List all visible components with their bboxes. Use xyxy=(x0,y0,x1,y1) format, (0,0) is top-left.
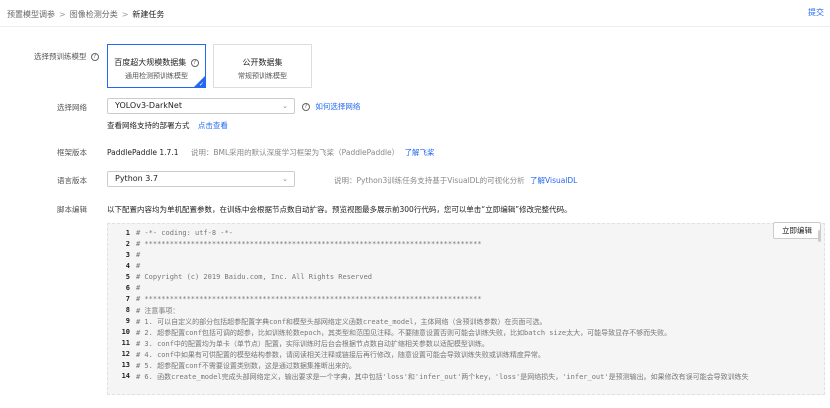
line-number: 14 xyxy=(121,372,130,380)
submit-link[interactable]: 提交 xyxy=(808,7,830,18)
language-note-row: 说明：Python3训练任务支持基于VisualDL的可视化分析 了解Visua… xyxy=(334,175,577,186)
learn-paddle-link[interactable]: 了解飞桨 xyxy=(405,148,435,157)
pretrain-label: 选择预训练模型 xyxy=(34,52,87,61)
pretrain-option-baidu[interactable]: 百度超大规模数据集 ? 通用检测预训练模型 ✓ xyxy=(107,44,206,88)
code-text: # 6. 函数create_model完成头部网络定义，输出要求是一个字典，其中… xyxy=(136,373,749,381)
pretrain-option-title: 公开数据集 xyxy=(242,58,283,67)
code-text: # **************************************… xyxy=(136,240,482,248)
code-line: 5 # Copyright (c) 2019 Baidu.com, Inc. Al… xyxy=(108,273,372,285)
header-divider xyxy=(0,26,830,27)
language-select[interactable]: Python 3.7 ⌄ xyxy=(107,171,295,187)
framework-value: PaddlePaddle 1.7.1 xyxy=(107,148,179,157)
breadcrumb-item-new-task: 新建任务 xyxy=(132,9,165,19)
script-label: 脚本编辑 xyxy=(57,205,87,214)
code-line: 14 # 6. 函数create_model完成头部网络定义，输出要求是一个字典，… xyxy=(108,372,749,384)
breadcrumb-item-image-detection[interactable]: 图像检测分类 xyxy=(70,9,118,20)
question-icon[interactable]: ? xyxy=(302,103,310,111)
network-label: 选择网络 xyxy=(57,103,87,112)
framework-description: 说明：BML采用的默认深度学习框架为飞桨（PaddlePaddle） xyxy=(190,148,400,157)
check-icon: ✓ xyxy=(198,81,204,88)
language-description: 说明：Python3训练任务支持基于VisualDL的可视化分析 xyxy=(334,176,525,185)
framework-label: 框架版本 xyxy=(57,148,87,157)
pretrain-option-subtitle: 常规预训练模型 xyxy=(238,72,287,80)
code-text: # **************************************… xyxy=(136,295,482,303)
code-preview[interactable]: 1 # -*- coding: utf-8 -*- 2 # ************… xyxy=(107,223,825,395)
code-text: # Copyright (c) 2019 Baidu.com, Inc. All… xyxy=(136,273,373,281)
pretrain-option-title: 百度超大规模数据集 xyxy=(114,58,187,67)
breadcrumb-separator: > xyxy=(121,9,129,19)
edit-now-button[interactable]: 立即编辑 xyxy=(773,222,821,239)
pretrain-option-title-row: 百度超大规模数据集 ? xyxy=(108,57,205,68)
chevron-down-icon: ⌄ xyxy=(282,102,288,110)
pretrain-option-subtitle: 通用检测预训练模型 xyxy=(125,72,188,80)
framework-row: PaddlePaddle 1.7.1 说明：BML采用的默认深度学习框架为飞桨（… xyxy=(107,147,435,158)
script-description: 以下配置内容均为单机配置参数，在训练中会根据节点数自动扩容。预览视图最多展示前3… xyxy=(107,205,572,214)
code-line: 2 # *************************************… xyxy=(108,240,482,252)
language-label: 语言版本 xyxy=(57,176,87,185)
breadcrumb-separator: > xyxy=(59,9,66,19)
network-select-value: YOLOv3-DarkNet xyxy=(115,101,182,110)
network-select[interactable]: YOLOv3-DarkNet ⌄ xyxy=(107,98,295,114)
pretrain-label-row: 选择预训练模型 ? xyxy=(34,51,99,62)
chevron-down-icon: ⌄ xyxy=(282,175,288,183)
breadcrumb-item-model-tuning[interactable]: 预置模型调参 xyxy=(7,9,55,20)
code-scrollbar[interactable] xyxy=(818,230,821,242)
network-help-row: ? 如何选择网络 xyxy=(300,101,360,112)
deploy-view-link[interactable]: 点击查看 xyxy=(198,121,228,130)
question-icon[interactable]: ? xyxy=(90,53,99,61)
deploy-text: 查看网络支持的部署方式 xyxy=(107,121,190,130)
learn-visualdl-link[interactable]: 了解VisualDL xyxy=(530,176,577,185)
breadcrumb: 预置模型调参 > 图像检测分类 > 新建任务 xyxy=(7,7,164,21)
deploy-row: 查看网络支持的部署方式 点击查看 xyxy=(107,120,228,131)
how-to-choose-network-link[interactable]: 如何选择网络 xyxy=(315,102,360,111)
question-icon[interactable]: ? xyxy=(190,58,199,67)
language-select-value: Python 3.7 xyxy=(115,174,158,183)
pretrain-option-public[interactable]: 公开数据集 常规预训练模型 xyxy=(213,44,312,88)
